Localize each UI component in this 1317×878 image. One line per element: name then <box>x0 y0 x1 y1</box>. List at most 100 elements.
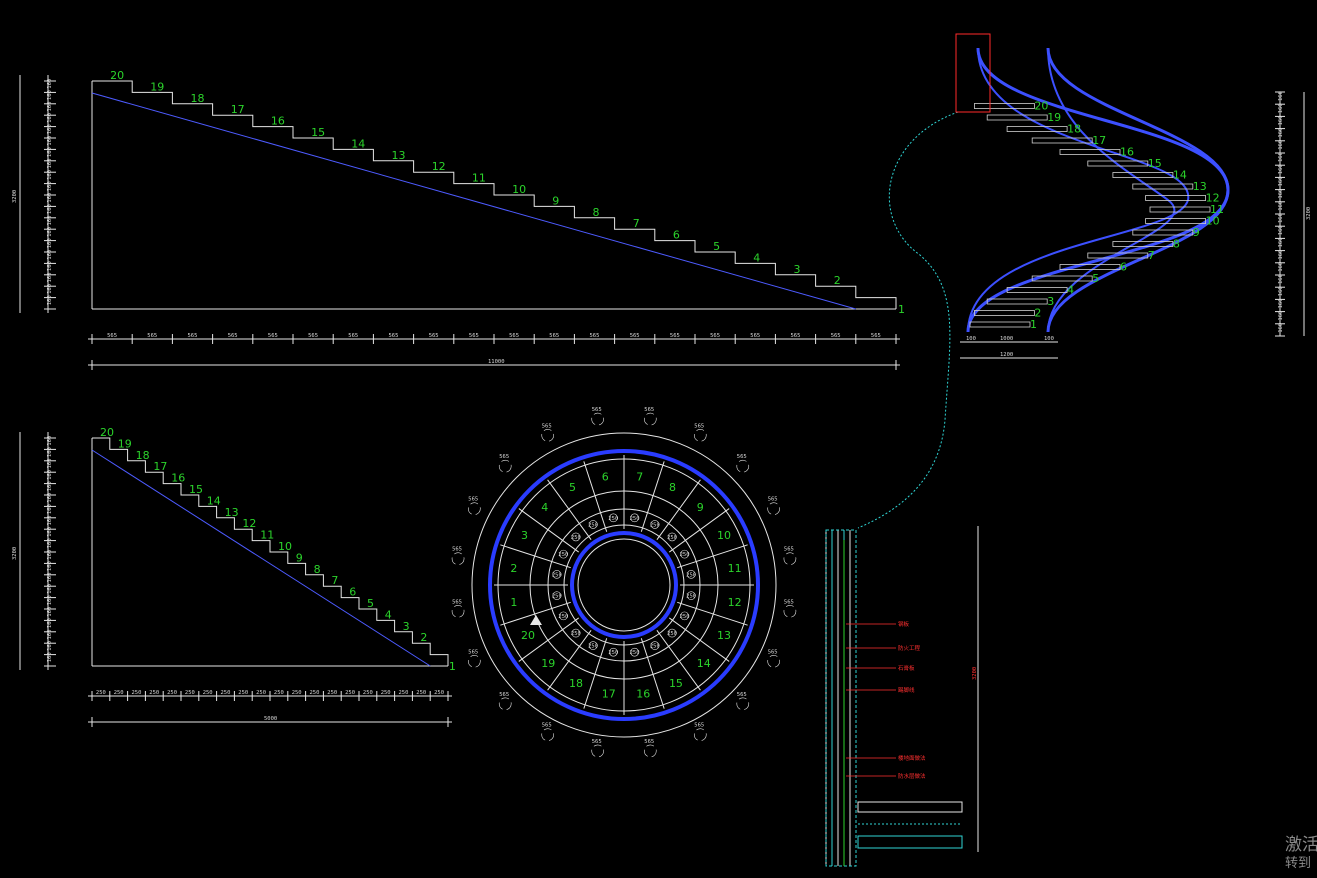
plan-outer-dim-mark <box>736 459 750 473</box>
bottom-tread-label: 250 <box>327 690 337 696</box>
top-tread-label: 565 <box>308 333 318 339</box>
bottom-step-number: 20 <box>100 426 114 439</box>
plan-step-number: 1 <box>510 596 517 609</box>
plan-outer-dim-label: 565 <box>468 649 478 655</box>
top-tread-label: 565 <box>871 333 881 339</box>
plan-outer-dim-mark <box>767 502 780 516</box>
detail-callout-curve <box>857 111 959 529</box>
top-riser-label: 160 <box>47 273 53 283</box>
spiral-riser-label: 160 <box>1278 115 1284 125</box>
bottom-riser-label: 160 <box>47 459 53 469</box>
plan-outer-dim-mark <box>591 744 605 758</box>
spiral-bottom-label: 100 <box>966 336 976 342</box>
plan-step-number: 7 <box>636 470 643 483</box>
spiral-height-label: 3200 <box>1306 207 1312 220</box>
bottom-tread-label: 250 <box>399 690 409 696</box>
stair-elevation-top: 2019181716151413121110987654321160160160… <box>12 69 905 370</box>
bottom-riser-label: 160 <box>47 470 53 480</box>
bottom-step-number: 5 <box>367 597 374 610</box>
top-tread-label: 565 <box>268 333 278 339</box>
bottom-step-number: 14 <box>207 494 221 507</box>
spiral-step-number: 4 <box>1067 284 1074 297</box>
plan-step-number: 13 <box>717 629 731 642</box>
bottom-riser-label: 160 <box>47 584 53 594</box>
plan-inner-dim-label: 250 <box>650 644 660 650</box>
bottom-riser-label: 160 <box>47 561 53 571</box>
spiral-step-number: 18 <box>1067 123 1081 136</box>
spiral-riser-label: 160 <box>1278 323 1284 333</box>
bottom-step-number: 13 <box>225 506 239 519</box>
spiral-tread <box>974 103 1035 109</box>
plan-outer-dim-mark <box>591 412 605 426</box>
spiral-riser-label: 160 <box>1278 176 1284 186</box>
top-step-number: 19 <box>150 80 164 93</box>
plan-step-number: 5 <box>569 481 576 494</box>
spiral-riser-label: 160 <box>1278 262 1284 272</box>
bottom-step-number: 8 <box>314 563 321 576</box>
top-riser-label: 160 <box>47 147 53 157</box>
bottom-stringer-line <box>91 449 431 667</box>
top-tread-label: 565 <box>590 333 600 339</box>
bottom-step-number: 16 <box>171 472 185 485</box>
plan-inner-dim-label: 250 <box>608 516 618 522</box>
plan-outer-dim-mark <box>767 654 780 668</box>
bottom-step-number: 18 <box>136 449 150 462</box>
top-tread-label: 565 <box>228 333 238 339</box>
top-step-number: 2 <box>834 274 841 287</box>
top-step-number: 20 <box>110 69 124 82</box>
bottom-total-label: 5000 <box>264 716 277 722</box>
spiral-riser-label: 160 <box>1278 189 1284 199</box>
bottom-tread-label: 250 <box>132 690 142 696</box>
top-tread-label: 565 <box>389 333 399 339</box>
top-riser-label: 160 <box>47 193 53 203</box>
bottom-tread-label: 250 <box>345 690 355 696</box>
plan-outer-dim-label: 565 <box>694 723 704 729</box>
spiral-step-number: 9 <box>1193 226 1200 239</box>
plan-outer-dim-mark <box>498 697 512 711</box>
plan-outer-dim-label: 565 <box>768 649 778 655</box>
section-annotation: 踢脚线 <box>898 686 915 694</box>
top-tread-label: 565 <box>549 333 559 339</box>
top-step-number: 10 <box>512 183 526 196</box>
spiral-riser-label: 160 <box>1278 201 1284 211</box>
top-step-number: 15 <box>311 126 325 139</box>
bottom-riser-label: 160 <box>47 527 53 537</box>
plan-inner-dim-label: 250 <box>571 631 581 637</box>
plan-step-number: 20 <box>521 629 535 642</box>
bottom-tread-label: 250 <box>381 690 391 696</box>
section-annotation: 防水层做法 <box>898 772 926 780</box>
section-height-label: 3200 <box>972 667 978 680</box>
plan-outer-dim-mark <box>693 429 707 442</box>
plan-step-number: 6 <box>602 470 609 483</box>
plan-step-number: 16 <box>636 688 650 701</box>
top-step-number: 5 <box>713 240 720 253</box>
bottom-tread-label: 250 <box>310 690 320 696</box>
bottom-tread-label: 250 <box>292 690 302 696</box>
top-riser-label: 160 <box>47 204 53 214</box>
section-slab-bottom <box>857 835 963 849</box>
spiral-step-number: 6 <box>1120 261 1127 274</box>
spiral-tread <box>1145 195 1206 201</box>
top-riser-label: 160 <box>47 216 53 226</box>
top-height-label: 3200 <box>12 190 18 203</box>
cad-drawing-canvas[interactable]: 2019181716151413121110987654321160160160… <box>0 0 1317 878</box>
spiral-step-number: 8 <box>1173 238 1180 251</box>
top-riser-label: 160 <box>47 136 53 146</box>
spiral-step-number: 20 <box>1034 100 1048 113</box>
top-step-number: 13 <box>391 149 405 162</box>
plan-inner-dim-label: 250 <box>686 572 696 578</box>
bottom-step-number: 17 <box>153 460 167 473</box>
spiral-step-number: 12 <box>1206 192 1220 205</box>
bottom-riser-label: 160 <box>47 607 53 617</box>
plan-inner-dim-label: 250 <box>667 535 677 541</box>
bottom-step-number: 11 <box>260 529 274 542</box>
plan-inner-dim-label: 250 <box>680 552 690 558</box>
bottom-tread-label: 250 <box>114 690 124 696</box>
bottom-riser-label: 160 <box>47 652 53 662</box>
top-stair-profile <box>92 80 897 309</box>
plan-inner-dim-label: 250 <box>630 650 640 656</box>
bottom-riser-label: 160 <box>47 493 53 503</box>
plan-inner-dim-label: 250 <box>608 650 618 656</box>
plan-step-number: 17 <box>602 688 616 701</box>
top-tread-label: 565 <box>188 333 198 339</box>
